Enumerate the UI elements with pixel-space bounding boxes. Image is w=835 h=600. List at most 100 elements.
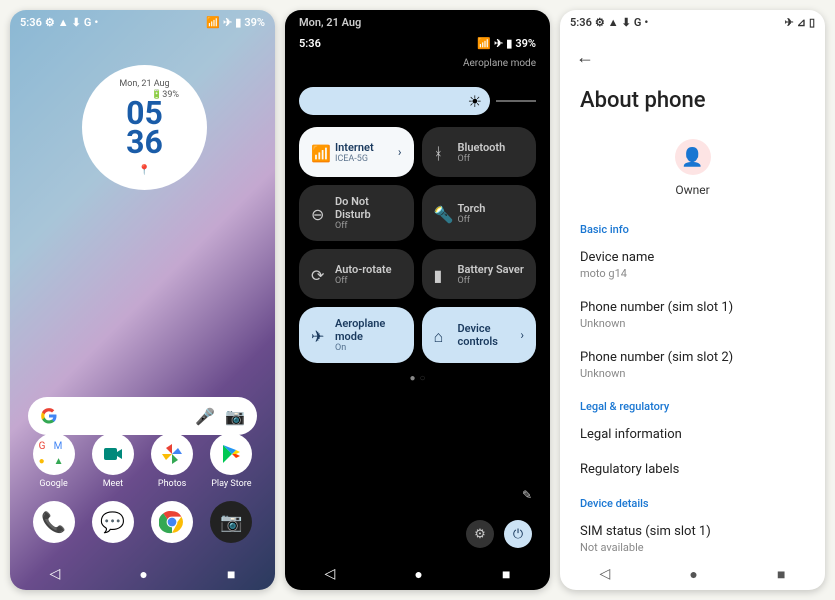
nav-home[interactable]: ●: [689, 566, 697, 583]
brightness-slider[interactable]: ☀: [299, 85, 536, 117]
qs-tile-battery[interactable]: ▮Battery SaverOff: [422, 249, 537, 299]
section-header: Basic info: [560, 213, 825, 240]
nav-back[interactable]: ◁: [325, 566, 336, 582]
airplane-icon: ✈: [223, 16, 232, 29]
app-google[interactable]: GM●▲Google: [26, 433, 81, 489]
google-search-bar[interactable]: 🎤📷: [28, 397, 257, 435]
google-logo: [40, 407, 58, 425]
tile-title: Auto-rotate: [335, 263, 402, 276]
signal-icon: ⊿: [797, 16, 806, 29]
status-bar: 5:36 ⚙▲⬇G• ✈⊿▯: [560, 10, 825, 35]
qs-tile-home[interactable]: ⌂Device controls›: [422, 307, 537, 363]
clock-widget[interactable]: Mon, 21 Aug 🔋39% 0536 📍: [82, 65, 207, 190]
settings-item[interactable]: SIM status (sim slot 1)Not available: [560, 514, 825, 564]
qs-tile-bluetooth[interactable]: ᚼBluetoothOff: [422, 127, 537, 177]
wifi-icon: 📶: [311, 144, 327, 160]
page-indicator: ●○: [285, 373, 550, 384]
widget-date: Mon, 21 Aug: [119, 79, 169, 89]
tile-subtitle: ICEA-5G: [335, 154, 390, 164]
home-apps: GM●▲Google Meet Photos Play Store 📞 💬 📷: [10, 433, 275, 555]
status-time: 5:36: [299, 37, 321, 50]
qs-tiles-grid: 📶InternetICEA-5G›ᚼBluetoothOff⊖Do Not Di…: [285, 127, 550, 363]
tile-title: Device controls: [458, 322, 513, 348]
location-pin-icon: 📍: [138, 165, 150, 176]
settings-button[interactable]: ⚙: [466, 520, 494, 548]
nav-recent[interactable]: ■: [227, 566, 235, 583]
triangle-icon: ▲: [58, 16, 69, 29]
qs-date: Mon, 21 Aug: [285, 10, 550, 31]
airplane-icon: ✈: [494, 37, 503, 50]
chevron-right-icon: ›: [398, 145, 402, 159]
nav-back[interactable]: ◁: [600, 566, 611, 582]
qs-tile-rotate[interactable]: ⟳Auto-rotateOff: [299, 249, 414, 299]
nav-bar: ◁ ● ■: [10, 558, 275, 590]
phone-home-screen: 5:36 ⚙▲⬇G• 📶✈▮39% Mon, 21 Aug 🔋39% 0536 …: [10, 10, 275, 590]
status-time: 5:36: [20, 16, 42, 29]
wifi-icon: 📶: [477, 37, 491, 50]
nav-home[interactable]: ●: [139, 566, 147, 583]
app-meet[interactable]: Meet: [85, 433, 140, 489]
tile-title: Aeroplane mode: [335, 317, 402, 343]
tile-subtitle: Off: [335, 276, 402, 286]
status-bar: 5:36 📶✈▮39%: [285, 31, 550, 56]
wifi-icon: 📶: [206, 16, 220, 29]
app-camera[interactable]: 📷: [204, 501, 259, 543]
nav-home[interactable]: ●: [414, 566, 422, 583]
settings-item[interactable]: Legal information: [560, 417, 825, 452]
qs-tile-dnd[interactable]: ⊖Do Not DisturbOff: [299, 185, 414, 241]
settings-item[interactable]: Device namemoto g14: [560, 240, 825, 290]
plane-icon: ✈: [311, 327, 327, 343]
brightness-icon: ☀: [468, 92, 482, 111]
widget-min: 36: [126, 128, 163, 157]
status-battery: 39%: [244, 16, 265, 29]
item-title: Phone number (sim slot 2): [580, 350, 805, 365]
tile-title: Battery Saver: [458, 263, 525, 276]
settings-item[interactable]: Regulatory labels: [560, 452, 825, 487]
qs-tile-torch[interactable]: 🔦TorchOff: [422, 185, 537, 241]
qs-tile-plane[interactable]: ✈Aeroplane modeOn: [299, 307, 414, 363]
qs-mode-label: Aeroplane mode: [463, 58, 536, 69]
download-icon: ⬇: [622, 16, 631, 29]
owner-section[interactable]: 👤 Owner: [560, 129, 825, 213]
owner-label: Owner: [560, 183, 825, 197]
item-title: SIM status (sim slot 1): [580, 524, 805, 539]
item-title: Legal information: [580, 427, 805, 442]
nav-recent[interactable]: ■: [777, 566, 785, 583]
item-title: Device name: [580, 250, 805, 265]
app-playstore[interactable]: Play Store: [204, 433, 259, 489]
app-photos[interactable]: Photos: [145, 433, 200, 489]
mic-icon[interactable]: 🎤: [195, 407, 215, 426]
battery-icon: ▮: [434, 266, 450, 282]
app-chrome[interactable]: [145, 501, 200, 543]
bluetooth-icon: ᚼ: [434, 144, 450, 160]
nav-recent[interactable]: ■: [502, 566, 510, 583]
g-icon: G: [634, 16, 642, 29]
nav-back[interactable]: ◁: [50, 566, 61, 582]
gear-icon: ⚙: [45, 16, 55, 29]
section-header: Device details: [560, 487, 825, 514]
torch-icon: 🔦: [434, 205, 450, 221]
nav-bar: ◁ ● ■: [560, 558, 825, 590]
status-bar: 5:36 ⚙▲⬇G• 📶✈▮39%: [10, 10, 275, 35]
status-time: 5:36: [570, 16, 592, 29]
tile-subtitle: Off: [335, 221, 402, 231]
airplane-icon: ✈: [785, 16, 794, 29]
back-button[interactable]: ←: [560, 35, 825, 80]
status-battery: 39%: [515, 37, 536, 50]
battery-icon: ▮: [235, 16, 241, 29]
edit-icon[interactable]: ✎: [522, 488, 532, 502]
settings-item[interactable]: Phone number (sim slot 1)Unknown: [560, 290, 825, 340]
tile-title: Internet: [335, 141, 390, 154]
app-phone[interactable]: 📞: [26, 501, 81, 543]
tile-title: Bluetooth: [458, 141, 525, 154]
widget-battery: 🔋39%: [151, 90, 179, 100]
lens-icon[interactable]: 📷: [225, 407, 245, 426]
g-icon: G: [84, 16, 92, 29]
settings-item[interactable]: Phone number (sim slot 2)Unknown: [560, 340, 825, 390]
chevron-right-icon: ›: [520, 328, 524, 342]
qs-tile-wifi[interactable]: 📶 InternetICEA-5G ›: [299, 127, 414, 177]
power-button[interactable]: ⏻: [504, 520, 532, 548]
app-messages[interactable]: 💬: [85, 501, 140, 543]
tile-title: Do Not Disturb: [335, 195, 402, 221]
gear-icon: ⚙: [595, 16, 605, 29]
